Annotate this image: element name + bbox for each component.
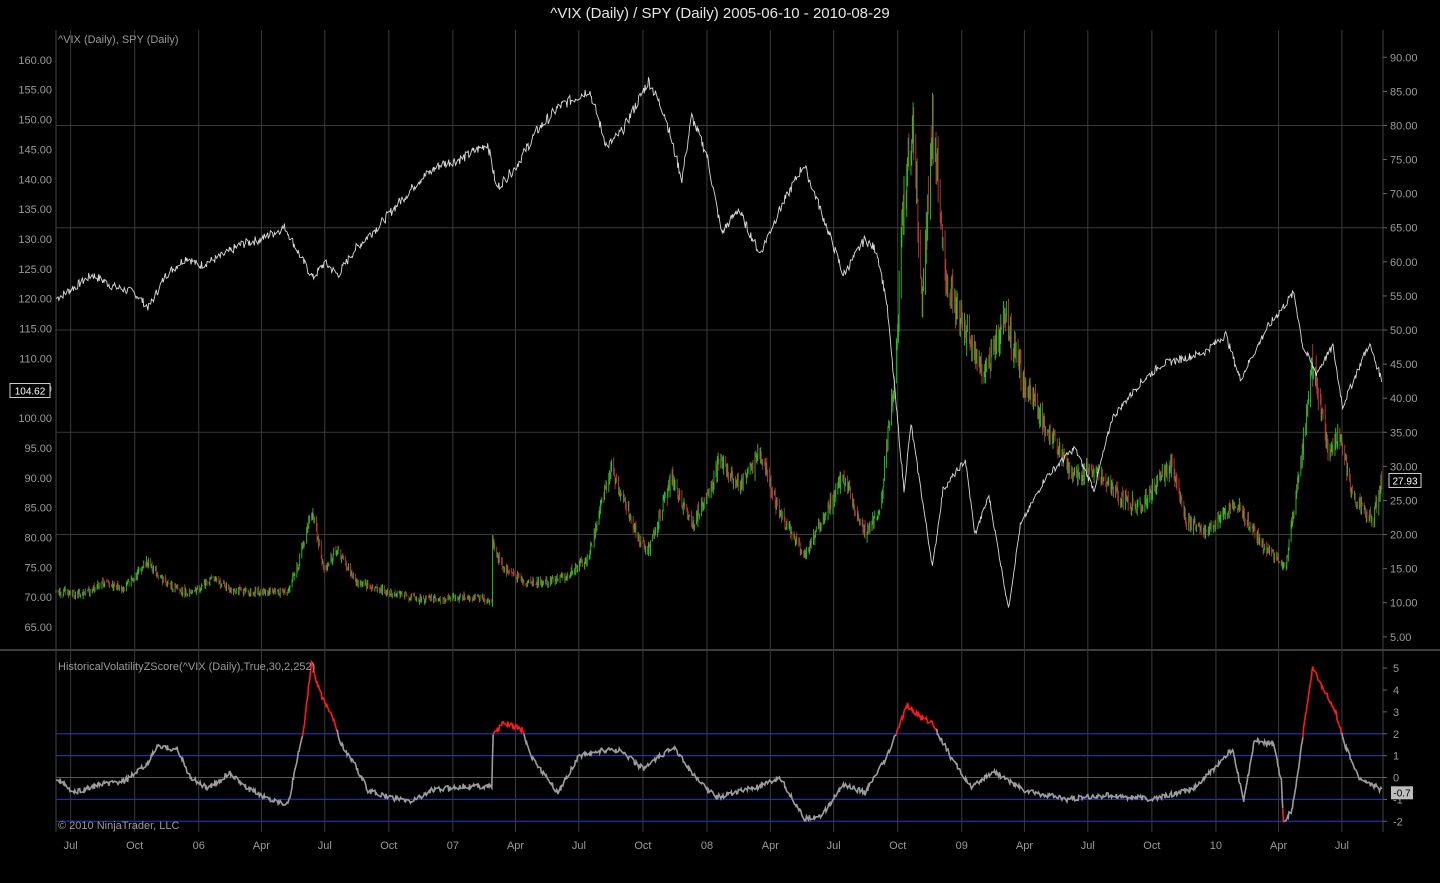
price-panel-label: ^VIX (Daily), SPY (Daily) <box>58 34 178 46</box>
time-tick-label: 09 <box>956 840 968 852</box>
zscore-tick-label: 3 <box>1393 707 1399 719</box>
price-tick-label: 145.00 <box>18 144 52 156</box>
time-tick-label: Jul <box>64 840 78 852</box>
price-tick-label: 80.00 <box>24 533 52 545</box>
zscore-tick-label: -2 <box>1393 816 1403 828</box>
chart-background <box>0 0 1440 878</box>
price-tick-label: 65.00 <box>24 622 52 634</box>
time-tick-label: Oct <box>126 840 143 852</box>
vix-tick-label: 80.00 <box>1390 120 1418 132</box>
time-tick-label: Jul <box>572 840 586 852</box>
vix-tick-label: 90.00 <box>1390 52 1418 64</box>
time-tick-label: 07 <box>447 840 459 852</box>
zscore-tick-label: 4 <box>1393 685 1399 697</box>
time-tick-label: Apr <box>253 840 270 852</box>
price-tick-label: 90.00 <box>24 473 52 485</box>
zscore-current-value: -0.7 <box>1393 788 1411 799</box>
price-tick-label: 100.00 <box>18 413 52 425</box>
vix-tick-label: 20.00 <box>1390 530 1418 542</box>
time-tick-label: Jul <box>1335 840 1349 852</box>
price-tick-label: 155.00 <box>18 85 52 97</box>
time-tick-label: Jul <box>827 840 841 852</box>
vix-tick-label: 25.00 <box>1390 495 1418 507</box>
vix-tick-label: 65.00 <box>1390 223 1418 235</box>
vix-tick-label: 75.00 <box>1390 155 1418 167</box>
price-tick-label: 95.00 <box>24 443 52 455</box>
price-tick-label: 125.00 <box>18 264 52 276</box>
time-tick-label: Oct <box>634 840 651 852</box>
price-tick-label: 70.00 <box>24 592 52 604</box>
vix-tick-label: 60.00 <box>1390 257 1418 269</box>
chart-title: ^VIX (Daily) / SPY (Daily) 2005-06-10 - … <box>550 5 889 22</box>
vix-current-value-marker: 27.93 <box>1388 472 1422 488</box>
price-tick-label: 75.00 <box>24 562 52 574</box>
vix-tick-label: 85.00 <box>1390 86 1418 98</box>
vix-tick-label: 40.00 <box>1390 393 1418 405</box>
zscore-tick-label: 2 <box>1393 729 1399 741</box>
time-tick-label: 10 <box>1210 840 1222 852</box>
price-tick-label: 85.00 <box>24 503 52 515</box>
vix-tick-label: 5.00 <box>1390 632 1411 644</box>
time-axis-labels: Jul Oct 06 Apr Jul Oct 07 Apr Jul Oct 08 Apr Jul Oct 0… <box>64 840 1349 852</box>
zscore-tick-label: 5 <box>1393 663 1399 675</box>
zscore-current-value-marker: -0.7 <box>1391 786 1413 800</box>
time-tick-label: Apr <box>762 840 779 852</box>
time-tick-label: Jul <box>1081 840 1095 852</box>
vix-tick-label: 10.00 <box>1390 598 1418 610</box>
time-tick-label: Apr <box>1270 840 1287 852</box>
time-tick-label: Apr <box>507 840 524 852</box>
indicator-panel-label: HistoricalVolatilityZScore(^VIX (Daily),… <box>58 661 315 673</box>
price-tick-label: 120.00 <box>18 294 52 306</box>
time-tick-label: Oct <box>889 840 906 852</box>
vix-tick-label: 30.00 <box>1390 461 1418 473</box>
vix-tick-label: 50.00 <box>1390 325 1418 337</box>
time-tick-label: Jul <box>318 840 332 852</box>
vix-current-value: 27.93 <box>1392 476 1417 487</box>
price-tick-label: 140.00 <box>18 174 52 186</box>
copyright-watermark: © 2010 NinjaTrader, LLC <box>58 820 179 832</box>
time-tick-label: Oct <box>380 840 397 852</box>
time-tick-label: Oct <box>1143 840 1160 852</box>
time-tick-label: Apr <box>1016 840 1033 852</box>
price-tick-label: 110.00 <box>19 353 52 365</box>
zscore-tick-label: 0 <box>1393 773 1399 785</box>
vix-tick-label: 70.00 <box>1390 189 1418 201</box>
vix-tick-label: 35.00 <box>1390 427 1418 439</box>
vix-tick-label: 55.00 <box>1390 291 1418 303</box>
chart-canvas: ^VIX (Daily) / SPY (Daily) 2005-06-10 - … <box>0 0 1440 878</box>
time-tick-label: 06 <box>193 840 205 852</box>
vix-tick-label: 15.00 <box>1390 564 1418 576</box>
price-tick-label: 150.00 <box>18 115 52 127</box>
price-tick-label: 135.00 <box>18 204 52 216</box>
price-tick-label: 115.00 <box>19 324 52 336</box>
vix-tick-label: 45.00 <box>1390 359 1418 371</box>
spy-current-value: 104.62 <box>15 387 46 398</box>
zscore-tick-label: 1 <box>1393 751 1399 763</box>
chart-window: ^VIX (Daily) / SPY (Daily) 2005-06-10 - … <box>0 0 1440 878</box>
spy-current-value-marker: 104.62 <box>9 383 51 399</box>
price-tick-label: 160.00 <box>18 55 52 67</box>
time-tick-label: 08 <box>701 840 713 852</box>
price-tick-label: 130.00 <box>18 234 52 246</box>
